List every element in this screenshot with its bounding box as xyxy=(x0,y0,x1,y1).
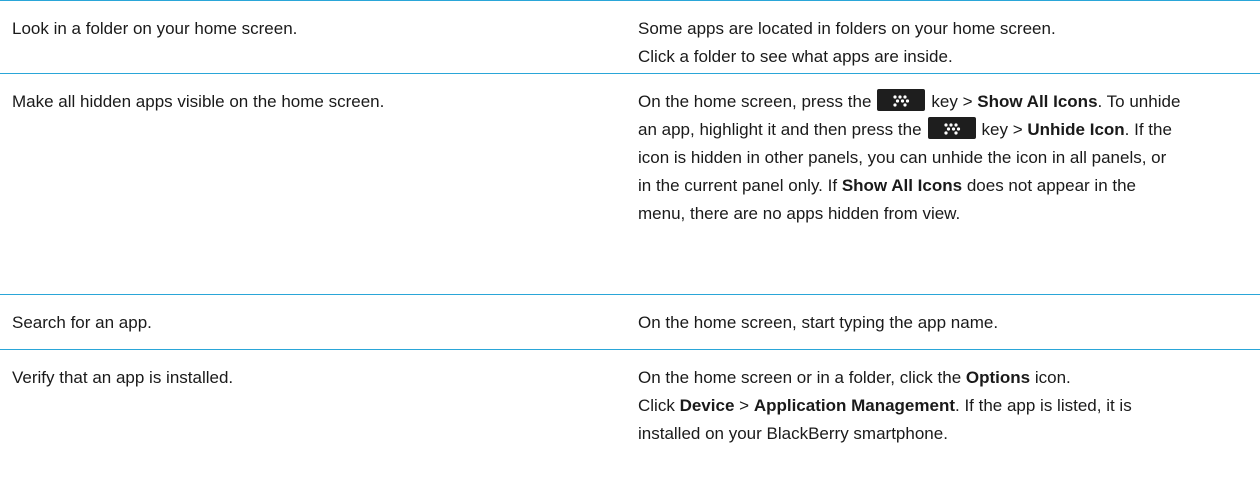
task-cell: Look in a folder on your home screen. xyxy=(0,1,638,73)
task-text: Make all hidden apps visible on the home… xyxy=(12,92,385,111)
instruction-cell: Some apps are located in folders on your… xyxy=(638,1,1260,73)
task-text: Search for an app. xyxy=(12,313,152,332)
instruction-text: On the home screen, start typing the app… xyxy=(638,313,999,332)
instruction-text: icon. xyxy=(1034,368,1071,387)
table-row: Look in a folder on your home screen. So… xyxy=(0,1,1260,74)
instruction-cell: On the home screen or in a folder, click… xyxy=(638,350,1198,489)
menu-item-application-management: Application Management xyxy=(753,396,955,415)
menu-item-show-all-icons: Show All Icons xyxy=(841,176,963,195)
instruction-line: Click a folder to see what apps are insi… xyxy=(638,47,953,66)
instruction-text: key > xyxy=(981,120,1023,139)
instruction-text: On the home screen or in a folder, click… xyxy=(638,368,962,387)
menu-item-show-all-icons: Show All Icons xyxy=(977,92,1098,111)
instruction-cell: On the home screen, start typing the app… xyxy=(638,295,1260,349)
instruction-text: > xyxy=(739,396,750,415)
instruction-line: Some apps are located in folders on your… xyxy=(638,19,1056,38)
task-text: Verify that an app is installed. xyxy=(12,368,234,387)
table-row: Verify that an app is installed. On the … xyxy=(0,350,1260,489)
help-table: Look in a folder on your home screen. So… xyxy=(0,0,1260,489)
blackberry-menu-key-icon xyxy=(927,117,976,139)
table-row: Search for an app. On the home screen, s… xyxy=(0,295,1260,350)
instruction-text: Click xyxy=(638,396,675,415)
blackberry-menu-key-icon xyxy=(877,89,926,111)
menu-item-unhide-icon: Unhide Icon xyxy=(1027,120,1125,139)
instruction-cell: On the home screen, press the key > Show … xyxy=(638,74,1198,294)
instruction-text: On the home screen, press the xyxy=(638,92,872,111)
instruction-text: key > xyxy=(931,92,973,111)
menu-item-device: Device xyxy=(679,396,735,415)
task-cell: Verify that an app is installed. xyxy=(0,350,638,489)
table-row: Make all hidden apps visible on the home… xyxy=(0,74,1260,295)
task-cell: Make all hidden apps visible on the home… xyxy=(0,74,638,294)
options-app-name: Options xyxy=(965,368,1031,387)
task-cell: Search for an app. xyxy=(0,295,638,349)
task-text: Look in a folder on your home screen. xyxy=(12,19,298,38)
